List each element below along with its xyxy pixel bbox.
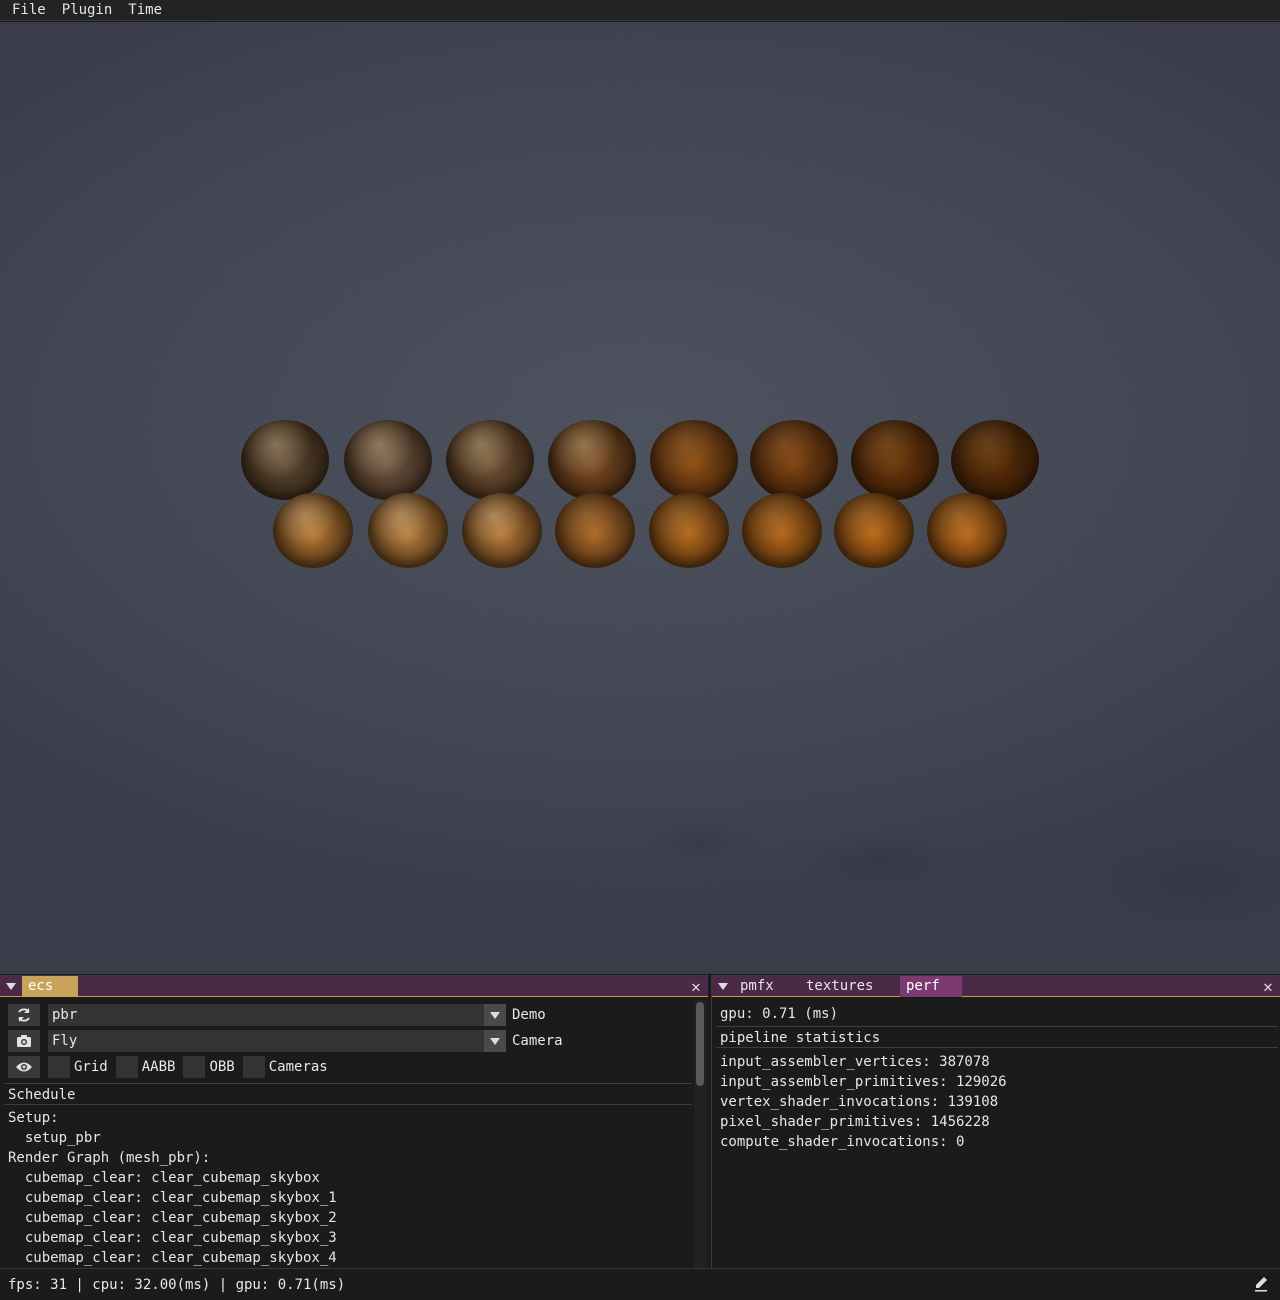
- schedule-line: cubemap_clear: clear_cubemap_skybox_1: [8, 1190, 337, 1206]
- stat-line: compute_shader_invocations: 0: [720, 1134, 965, 1150]
- sphere-top: [851, 420, 939, 500]
- pen-icon[interactable]: [1254, 1276, 1268, 1292]
- ecs-tab-bar: ecs ✕: [0, 975, 708, 997]
- debug-row: Grid AABB OBB Cameras: [8, 1056, 328, 1078]
- refresh-icon: [18, 1008, 30, 1022]
- scene-viewport[interactable]: [0, 22, 1280, 974]
- obb-checkbox[interactable]: [183, 1056, 206, 1078]
- cameras-label: Cameras: [268, 1059, 328, 1075]
- demo-combo[interactable]: pbr: [48, 1004, 506, 1026]
- sphere-top: [241, 420, 329, 500]
- schedule-line: cubemap_clear: clear_cubemap_skybox_2: [8, 1210, 337, 1226]
- demo-combo-value: pbr: [52, 1007, 78, 1023]
- chevron-down-icon[interactable]: [484, 1004, 506, 1026]
- perf-tab-bar: pmfx textures perf ✕: [712, 975, 1280, 997]
- stat-line: input_assembler_vertices: 387078: [720, 1054, 990, 1070]
- snow-texture: [0, 22, 1280, 974]
- collapse-icon[interactable]: [712, 976, 734, 997]
- sphere-bottom: [462, 493, 542, 568]
- camera-label: Camera: [512, 1033, 563, 1049]
- obb-label: OBB: [209, 1059, 235, 1075]
- menu-plugin[interactable]: Plugin: [54, 0, 121, 21]
- schedule-line: cubemap_clear: clear_cubemap_skybox_4: [8, 1250, 337, 1266]
- cameras-checkbox[interactable]: [242, 1056, 265, 1078]
- sphere-bottom: [834, 493, 914, 568]
- ecs-scrollbar[interactable]: [694, 1000, 706, 1268]
- stat-line: pixel_shader_primitives: 1456228: [720, 1114, 990, 1130]
- visibility-button[interactable]: [8, 1056, 40, 1078]
- camera-icon: [17, 1035, 31, 1047]
- perf-panel: pmfx textures perf ✕ gpu: 0.71 (ms) pipe…: [711, 975, 1280, 1268]
- close-icon[interactable]: ✕: [688, 976, 704, 997]
- sphere-top: [951, 420, 1039, 500]
- aabb-label: AABB: [141, 1059, 176, 1075]
- camera-row: Fly Camera: [8, 1030, 563, 1052]
- sphere-top: [650, 420, 738, 500]
- grid-checkbox[interactable]: [48, 1056, 70, 1078]
- menu-file[interactable]: File: [4, 0, 54, 21]
- camera-combo-value: Fly: [52, 1033, 78, 1049]
- status-bar: fps: 31 | cpu: 32.00(ms) | gpu: 0.71(ms): [0, 1268, 1280, 1300]
- camera-button[interactable]: [8, 1030, 40, 1052]
- schedule-line: Render Graph (mesh_pbr):: [8, 1150, 211, 1166]
- menu-time[interactable]: Time: [120, 0, 170, 21]
- sphere-bottom: [368, 493, 448, 568]
- sphere-bottom: [273, 493, 353, 568]
- status-text: fps: 31 | cpu: 32.00(ms) | gpu: 0.71(ms): [8, 1276, 346, 1293]
- schedule-header[interactable]: Schedule: [4, 1083, 692, 1105]
- stat-line: vertex_shader_invocations: 139108: [720, 1094, 999, 1110]
- schedule-line: Setup:: [8, 1110, 59, 1126]
- camera-combo[interactable]: Fly: [48, 1030, 506, 1052]
- close-icon[interactable]: ✕: [1260, 976, 1276, 997]
- pipeline-stats-header[interactable]: pipeline statistics: [716, 1026, 1278, 1048]
- eye-icon: [16, 1062, 32, 1072]
- tab-pmfx[interactable]: pmfx: [734, 976, 800, 997]
- sphere-bottom: [927, 493, 1007, 568]
- demo-row: pbr Demo: [8, 1004, 546, 1026]
- sphere-top: [548, 420, 636, 500]
- sphere-top: [446, 420, 534, 500]
- schedule-line: cubemap_clear: clear_cubemap_skybox_3: [8, 1230, 337, 1246]
- sphere-bottom: [742, 493, 822, 568]
- sphere-bottom: [649, 493, 729, 568]
- chevron-down-icon[interactable]: [484, 1030, 506, 1052]
- schedule-line: cubemap_clear: clear_cubemap_skybox: [8, 1170, 320, 1186]
- schedule-line: setup_pbr: [8, 1130, 101, 1146]
- tab-perf[interactable]: perf: [900, 975, 962, 997]
- aabb-checkbox[interactable]: [115, 1056, 138, 1078]
- collapse-icon[interactable]: [0, 976, 22, 997]
- reload-button[interactable]: [8, 1004, 40, 1026]
- tab-textures[interactable]: textures: [800, 976, 900, 997]
- sphere-bottom: [555, 493, 635, 568]
- sphere-top: [750, 420, 838, 500]
- gpu-time: gpu: 0.71 (ms): [720, 1006, 839, 1022]
- grid-label: Grid: [74, 1059, 108, 1075]
- tab-ecs[interactable]: ecs: [22, 975, 78, 997]
- sphere-top: [344, 420, 432, 500]
- menu-bar: File Plugin Time: [0, 0, 1280, 21]
- stat-line: input_assembler_primitives: 129026: [720, 1074, 1007, 1090]
- scroll-thumb[interactable]: [696, 1002, 704, 1086]
- demo-label: Demo: [512, 1007, 546, 1023]
